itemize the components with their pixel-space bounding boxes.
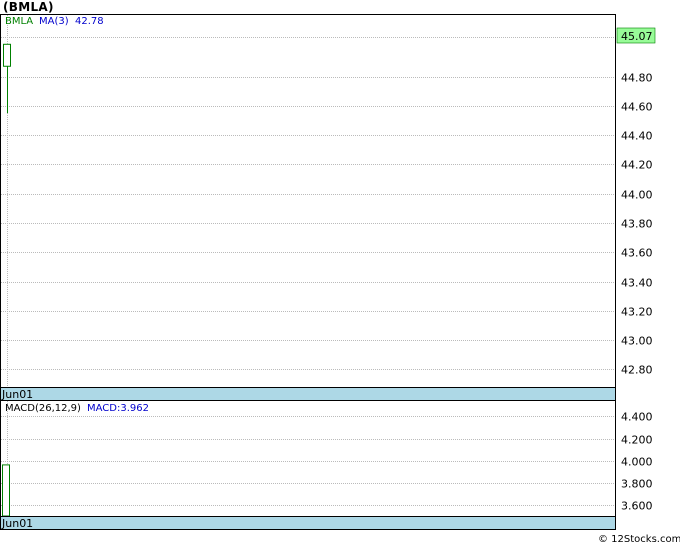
macd-tick-label: 3.600: [621, 500, 653, 513]
macd-axis-ticks: 3.600 3.800 4.000 4.200 4.400: [621, 411, 653, 513]
price-axis-ticks: 42.80 43.00 43.20 43.40 43.60 43.80 44.00 44.20…: [621, 72, 653, 377]
last-price-label: 45.07: [621, 30, 653, 43]
footer-copyright: © 12Stocks.com: [598, 534, 680, 545]
macd-bars: [2, 464, 10, 517]
price-candle-body: [3, 43, 11, 67]
price-panel-frame: [0, 14, 616, 401]
price-date-bar: [0, 387, 616, 401]
price-tick-label: 44.40: [621, 130, 653, 143]
macd-date-label: Jun01: [1, 517, 33, 530]
price-tick-label: 42.80: [621, 364, 653, 377]
price-tick-label: 43.60: [621, 247, 653, 260]
macd-tick-label: 4.000: [621, 456, 653, 469]
price-panel: 42.80 43.00 43.20 43.40 43.60 43.80 44.00 44.20…: [0, 14, 656, 401]
price-tick-label: 44.60: [621, 101, 653, 114]
price-date-label: Jun01: [1, 388, 33, 401]
macd-tick-label: 3.800: [621, 478, 653, 491]
price-tick-label: 44.80: [621, 72, 653, 85]
price-tick-label: 43.40: [621, 277, 653, 290]
macd-panel: 3.6003.8004.0004.2004.400 MACD(26,12,9) …: [0, 400, 653, 530]
legend-ticker: BMLA: [5, 16, 33, 27]
macd-legend-label: MACD(26,12,9): [5, 403, 81, 414]
macd-panel-frame: [0, 400, 616, 530]
macd-tick-label: 4.200: [621, 434, 653, 447]
legend-ma-label: MA(3): [39, 16, 69, 27]
price-tick-label: 43.00: [621, 335, 653, 348]
price-tick-label: 43.20: [621, 306, 653, 319]
last-price-marker: 45.07: [616, 27, 656, 44]
price-tick-label: 43.80: [621, 218, 653, 231]
macd-bar: [2, 464, 10, 517]
price-tick-label: 44.00: [621, 189, 653, 202]
macd-tick-label: 4.400: [621, 411, 653, 424]
macd-date-bar: [0, 516, 616, 530]
macd-legend-value: MACD:3.962: [87, 403, 149, 414]
stock-chart: 42.80 43.00 43.20 43.40 43.60 43.80 44.00 44.20…: [0, 14, 680, 545]
price-tick-label: 44.20: [621, 159, 653, 172]
legend-ma-value: 42.78: [75, 16, 104, 27]
